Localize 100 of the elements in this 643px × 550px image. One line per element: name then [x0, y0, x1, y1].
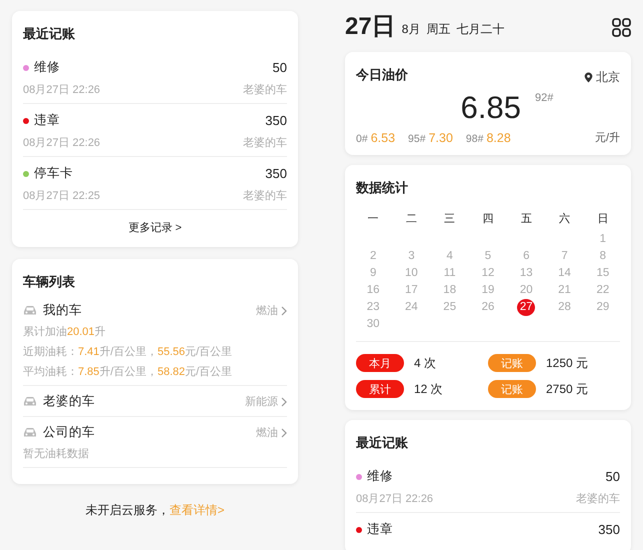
date-weekday: 周五 — [426, 21, 450, 38]
calendar-day[interactable]: 9 — [364, 265, 382, 282]
card-title: 车辆列表 — [23, 273, 76, 291]
date-day: 27日 — [345, 14, 396, 40]
stat-value: 1250 元 — [546, 354, 588, 372]
calendar-day[interactable]: 25 — [440, 299, 459, 316]
weekday-label: 六 — [558, 212, 572, 227]
weekday-label: 四 — [481, 212, 494, 227]
consumption-text: 暂无油耗数据 — [23, 447, 90, 461]
card-title: 最近记账 — [23, 25, 76, 43]
fuel-type: 燃油 — [256, 304, 278, 318]
details-link[interactable]: 查看详情> — [169, 503, 224, 517]
stat-tag: 记账 — [488, 380, 536, 398]
fuel-grade: 92# — [534, 92, 554, 104]
lunar-date: 七月二十 — [456, 21, 504, 38]
record-amount: 50 — [606, 469, 620, 484]
stat-tag: 记账 — [488, 354, 536, 372]
stat-value: 2750 元 — [546, 380, 588, 398]
calendar-day[interactable]: 3 — [402, 248, 420, 266]
vehicle-name: 公司的车 — [43, 424, 95, 441]
record-time: 08月27日 22:25 — [23, 189, 100, 203]
more-records-link[interactable]: 更多记录 > — [128, 210, 182, 237]
vehicle-name: 我的车 — [43, 302, 82, 319]
record-amount: 350 — [265, 166, 287, 181]
calendar-day[interactable]: 23 — [364, 299, 382, 316]
calendar-day[interactable]: 11 — [440, 265, 459, 282]
record-category: 维修 — [34, 59, 60, 76]
record-category: 违章 — [367, 521, 393, 538]
calendar-day[interactable]: 7 — [556, 248, 574, 266]
record-vehicle: 老婆的车 — [243, 188, 287, 203]
calendar-day[interactable]: 27 — [517, 299, 536, 316]
chevron-icon[interactable] — [281, 396, 287, 406]
chevron-icon[interactable] — [281, 428, 287, 438]
consumption-text: 平均油耗：7.85升/百公里，58.82元/百公里 — [23, 365, 234, 379]
record-category: 违章 — [34, 112, 60, 129]
fuel-type: 燃油 — [256, 426, 278, 440]
calendar-day[interactable]: 17 — [402, 282, 420, 300]
calendar-day[interactable]: 6 — [517, 248, 536, 266]
location-pin-icon — [584, 72, 593, 82]
oil-price: 6.85 — [460, 90, 521, 126]
calendar-day[interactable]: 13 — [517, 265, 536, 282]
date-month: 8月 — [402, 21, 420, 38]
record-vehicle: 老婆的车 — [243, 82, 287, 97]
weekday-label: 五 — [520, 212, 533, 227]
city-name: 北京 — [596, 68, 620, 86]
calendar-day[interactable]: 4 — [440, 248, 459, 266]
fuel-price: 95# 7.30 — [408, 130, 453, 144]
record-time: 08月27日 22:26 — [23, 136, 100, 150]
record-vehicle: 老婆的车 — [576, 492, 620, 506]
consumption-text: 累计加油20.01升 — [23, 325, 107, 339]
calendar-day[interactable]: 28 — [556, 299, 574, 316]
calendar-day[interactable]: 19 — [478, 282, 497, 300]
card-title: 数据统计 — [356, 179, 409, 197]
calendar-day[interactable]: 21 — [556, 282, 574, 300]
record-category: 维修 — [367, 468, 393, 486]
cloud-service-notice: 未开启云服务，查看详情> — [84, 502, 226, 519]
calendar-day[interactable]: 16 — [364, 282, 382, 300]
record-amount: 350 — [265, 113, 287, 128]
calendar-day[interactable]: 2 — [364, 248, 382, 266]
weekday-label: 日 — [596, 212, 610, 227]
calendar-day[interactable]: 5 — [478, 248, 497, 266]
calendar-day[interactable]: 20 — [517, 282, 536, 300]
weekday-label: 三 — [443, 212, 456, 227]
record-time: 08月27日 22:26 — [23, 83, 100, 97]
card-title: 今日油价 — [356, 66, 408, 84]
card-title: 最近记账 — [356, 434, 409, 452]
record-category: 停车卡 — [34, 165, 73, 182]
vehicle-name: 老婆的车 — [43, 393, 95, 410]
calendar-day[interactable]: 14 — [556, 265, 574, 282]
record-vehicle: 老婆的车 — [243, 136, 287, 150]
stat-tag: 累计 — [356, 380, 404, 398]
calendar-day[interactable]: 26 — [478, 299, 497, 316]
car-icon — [23, 427, 37, 438]
fuel-type: 新能源 — [245, 394, 278, 409]
calendar-day[interactable]: 29 — [594, 299, 612, 316]
record-time: 08月27日 22:26 — [356, 492, 434, 506]
record-amount: 350 — [598, 522, 620, 538]
stat-value: 4 次 — [414, 354, 436, 372]
calendar-day[interactable]: 8 — [594, 248, 612, 266]
fuel-price: 0# 6.53 — [356, 130, 396, 144]
car-icon — [23, 305, 37, 316]
record-amount: 50 — [272, 60, 287, 75]
calendar-day[interactable]: 10 — [402, 265, 420, 282]
grid-menu-icon[interactable] — [612, 18, 631, 36]
weekday-label: 二 — [404, 212, 418, 227]
price-unit: 元/升 — [594, 131, 620, 145]
weekday-label: 一 — [366, 212, 380, 227]
fuel-price: 98# 8.28 — [466, 130, 511, 144]
calendar-day[interactable]: 30 — [364, 316, 382, 334]
calendar-day[interactable]: 12 — [478, 265, 497, 282]
chevron-icon[interactable] — [281, 306, 287, 316]
calendar-day[interactable]: 24 — [402, 299, 420, 316]
stat-tag: 本月 — [356, 354, 404, 372]
calendar-day[interactable]: 18 — [440, 282, 459, 300]
consumption-text: 近期油耗：7.41升/百公里，55.56元/百公里 — [23, 345, 234, 359]
calendar-day[interactable]: 15 — [594, 265, 612, 282]
stat-value: 12 次 — [414, 380, 443, 398]
calendar-day[interactable]: 1 — [594, 231, 612, 248]
car-icon — [23, 396, 37, 407]
calendar-day[interactable]: 22 — [594, 282, 612, 300]
